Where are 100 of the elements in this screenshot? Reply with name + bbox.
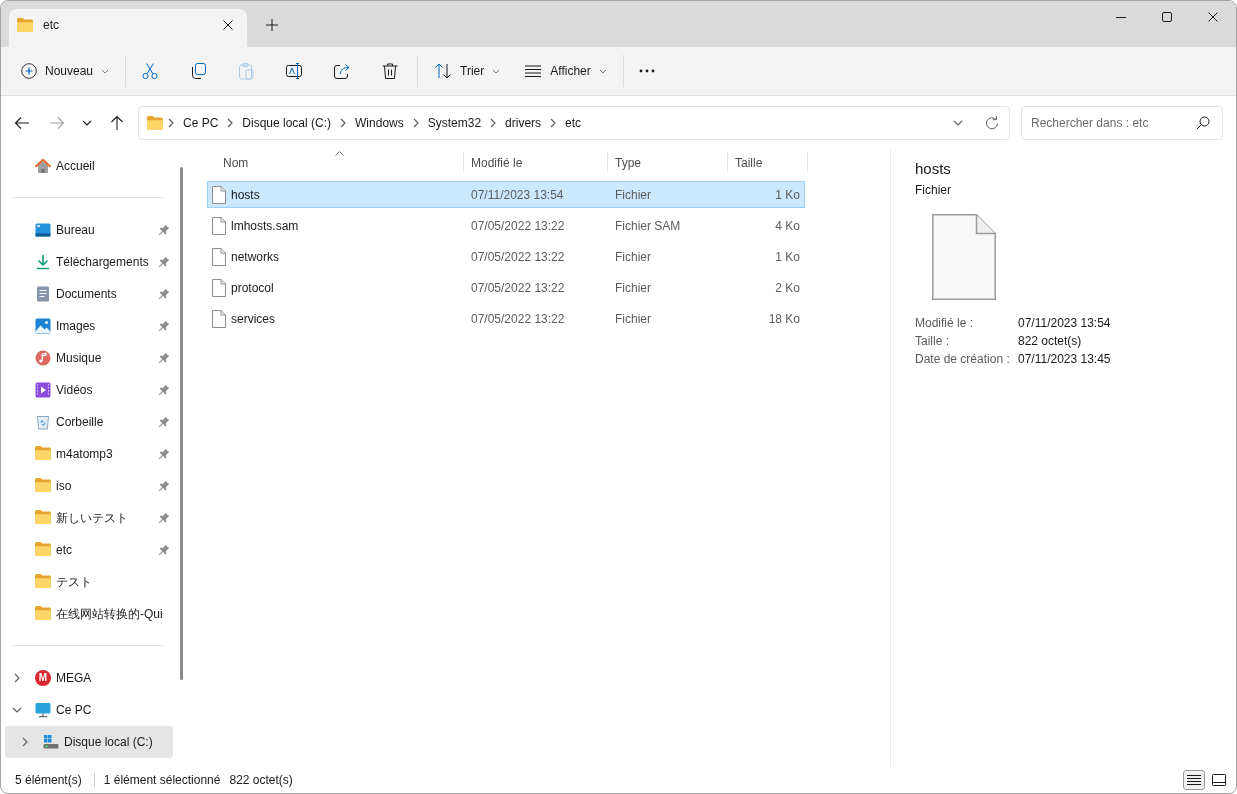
folder-icon <box>35 478 51 494</box>
breadcrumb[interactable]: drivers <box>505 116 542 130</box>
nav-item[interactable]: Accueil <box>5 150 173 182</box>
nav-item[interactable]: M MEGA <box>5 662 173 694</box>
search-field[interactable]: Rechercher dans : etc <box>1021 106 1223 140</box>
nav-item[interactable]: Ce PC <box>5 694 173 726</box>
file-type: Fichier SAM <box>615 218 681 233</box>
monitor-icon <box>35 702 51 718</box>
file-type: Fichier <box>615 187 651 202</box>
close-icon[interactable] <box>223 20 233 30</box>
chevron-right-icon[interactable] <box>168 118 174 128</box>
chevron-down-icon[interactable] <box>82 120 92 126</box>
new-button[interactable]: Nouveau <box>13 55 118 87</box>
view-button[interactable]: Afficher <box>516 55 615 87</box>
maximize-icon[interactable] <box>1162 12 1172 22</box>
nav-item[interactable]: etc <box>5 534 173 566</box>
desktop-icon <box>35 222 51 238</box>
copy-icon[interactable] <box>189 62 208 80</box>
nav-item[interactable]: Vidéos <box>5 374 173 406</box>
text-box-icon[interactable] <box>285 62 304 80</box>
nav-item[interactable]: Documents <box>5 278 173 310</box>
column-header[interactable]: Type <box>608 152 728 173</box>
chevron-down-icon[interactable] <box>12 707 22 713</box>
tab[interactable]: etc <box>9 9 247 47</box>
breadcrumb[interactable]: Windows <box>355 116 404 130</box>
up-down-arrows-icon <box>434 62 453 80</box>
lines-icon <box>524 62 543 80</box>
chevron-right-icon[interactable] <box>490 118 497 128</box>
breadcrumb[interactable]: etc <box>565 116 582 130</box>
details-type: Fichier <box>915 182 952 198</box>
details-title: hosts <box>915 159 952 179</box>
chevron-right-icon[interactable] <box>22 737 28 747</box>
nav-item[interactable]: Bureau <box>5 214 173 246</box>
arrow-left-icon[interactable] <box>14 115 30 131</box>
arrow-up-icon[interactable] <box>109 115 125 131</box>
nav-item[interactable]: Images <box>5 310 173 342</box>
scissors-icon[interactable] <box>141 62 160 80</box>
file-type: Fichier <box>615 249 651 264</box>
view-button[interactable] <box>1183 770 1205 790</box>
nav-item[interactable]: テスト <box>5 566 173 598</box>
picture-icon <box>35 318 51 334</box>
search-icon <box>1196 116 1210 130</box>
file-row[interactable]: hosts 07/11/2023 13:54 Fichier 1 Ko <box>207 181 805 208</box>
nav-item[interactable]: Corbeille <box>5 406 173 438</box>
more-icon[interactable] <box>638 69 655 73</box>
file-row[interactable]: lmhosts.sam 07/05/2022 13:22 Fichier SAM 4 Ko <box>207 212 805 239</box>
folder-icon <box>35 510 51 526</box>
refresh-icon[interactable] <box>984 115 1000 131</box>
scrollbar-thumb[interactable] <box>180 167 183 680</box>
property-label: Modifié le : <box>915 315 975 332</box>
file-size: 1 Ko <box>775 249 800 264</box>
breadcrumb[interactable]: Ce PC <box>183 116 219 130</box>
selection-size: 822 octet(s) <box>229 773 293 787</box>
nav-item[interactable]: Musique <box>5 342 173 374</box>
file-row[interactable]: networks 07/05/2022 13:22 Fichier 1 Ko <box>207 243 805 270</box>
property-value: 822 octet(s) <box>1018 333 1083 350</box>
chevron-down-icon[interactable] <box>953 120 963 126</box>
nav-item[interactable]: iso <box>5 470 173 502</box>
nav-item[interactable]: 新しいテスト <box>5 502 173 534</box>
chevron-right-icon[interactable] <box>14 673 20 683</box>
share-arrow-icon[interactable] <box>333 62 352 80</box>
chevron-right-icon[interactable] <box>340 118 347 128</box>
column-header[interactable]: Modifié le <box>464 152 608 173</box>
modified-date: 07/11/2023 13:54 <box>471 187 564 202</box>
nav-item[interactable]: m4atomp3 <box>5 438 173 470</box>
property-value: 07/11/2023 13:45 <box>1018 351 1111 368</box>
list-view-icon <box>1187 774 1201 786</box>
chevron-right-icon[interactable] <box>227 118 234 128</box>
document-icon <box>35 286 51 302</box>
file-row[interactable]: services 07/05/2022 13:22 Fichier 18 Ko <box>207 305 805 332</box>
nav-item[interactable]: Téléchargements <box>5 246 173 278</box>
breadcrumb[interactable]: Disque local (C:) <box>242 116 332 130</box>
modified-date: 07/05/2022 13:22 <box>471 218 565 233</box>
plus-circle-icon <box>21 63 37 79</box>
sort-button[interactable]: Trier <box>426 55 509 87</box>
property-label: Date de création : <box>915 351 1011 368</box>
file-type: Fichier <box>615 311 651 326</box>
nav-item[interactable]: Disque local (C:) <box>5 726 173 758</box>
plus-icon[interactable] <box>266 19 278 31</box>
breadcrumb[interactable]: System32 <box>427 116 482 130</box>
file-name: networks <box>231 249 280 264</box>
column-header[interactable]: Nom <box>207 152 464 173</box>
file-size: 18 Ko <box>768 311 800 326</box>
selection-count: 1 élément sélectionné <box>103 773 221 787</box>
column-header[interactable]: Taille <box>728 152 808 173</box>
file-name: protocol <box>231 280 274 295</box>
caret-icon <box>492 68 501 74</box>
file-icon <box>212 309 226 328</box>
trash-icon[interactable] <box>381 62 400 80</box>
folder-icon <box>35 446 51 462</box>
file-row[interactable]: protocol 07/05/2022 13:22 Fichier 2 Ko <box>207 274 805 301</box>
nav-item[interactable]: 在线网站转换的-Qui <box>5 598 173 630</box>
address-bar[interactable]: Ce PC Disque local (C:) Windows System32 drivers etc <box>138 106 1010 140</box>
property-label: Taille : <box>915 333 950 350</box>
drive-icon <box>43 734 59 750</box>
file-size: 4 Ko <box>775 218 800 233</box>
minimize-icon[interactable] <box>1116 16 1126 18</box>
chevron-right-icon[interactable] <box>550 118 557 128</box>
close-icon[interactable] <box>1208 12 1218 22</box>
chevron-right-icon[interactable] <box>412 118 419 128</box>
